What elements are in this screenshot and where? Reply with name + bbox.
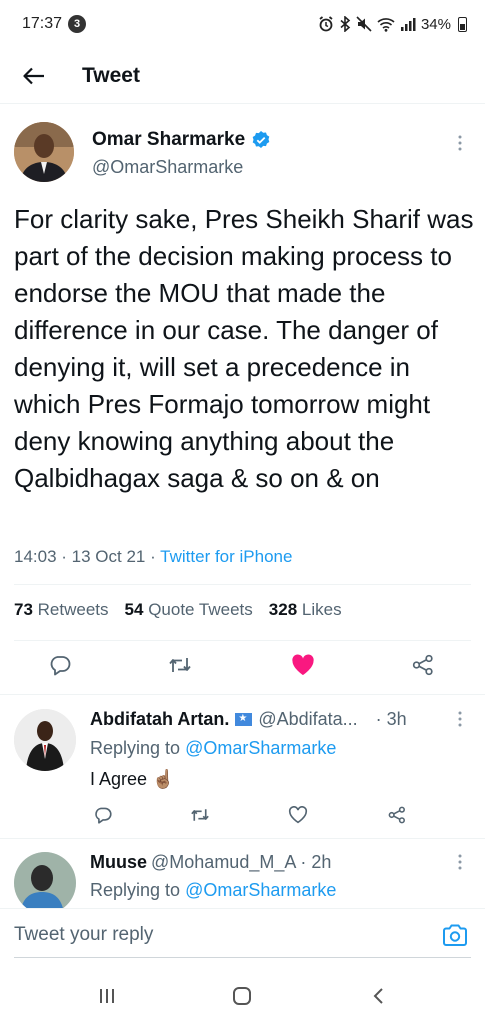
tweet-actions <box>0 645 485 685</box>
reply-avatar[interactable] <box>14 852 76 908</box>
retweets-stat[interactable]: 73 Retweets <box>14 600 109 620</box>
compose-underline <box>14 957 471 958</box>
verified-badge-icon <box>252 131 270 148</box>
replying-to-mention[interactable]: @OmarSharmarke <box>185 738 336 758</box>
author-name[interactable]: Omar Sharmarke <box>92 129 271 151</box>
tweet-source-link[interactable]: Twitter for iPhone <box>160 547 292 566</box>
reply-author-name[interactable]: Abdifatah Artan. <box>90 709 229 730</box>
tweet-more-button[interactable] <box>450 131 470 155</box>
heart-filled-icon <box>292 654 314 675</box>
retweet-icon <box>169 658 191 672</box>
replying-to: Replying to @OmarSharmarke <box>90 738 336 759</box>
home-button[interactable] <box>222 980 262 1012</box>
alarm-icon <box>319 16 333 32</box>
heart-outline-icon <box>288 806 308 824</box>
status-bar: 17:37 3 34% <box>0 0 485 48</box>
retweet-button[interactable] <box>160 645 200 685</box>
tweet-stats: 73 Retweets 54 Quote Tweets 328 Likes <box>14 600 342 620</box>
replying-to-mention[interactable]: @OmarSharmarke <box>185 880 336 900</box>
quotes-label: Quote Tweets <box>148 600 253 619</box>
share-icon <box>388 806 405 824</box>
page-title: Tweet <box>82 63 140 87</box>
mute-icon <box>356 16 372 32</box>
notification-count-badge: 3 <box>68 15 87 33</box>
reply-more-button[interactable] <box>450 850 470 874</box>
reply-like-button[interactable] <box>285 802 311 828</box>
replying-to-prefix: Replying to <box>90 738 186 758</box>
battery-percent: 34% <box>420 15 451 33</box>
system-back-button[interactable] <box>358 980 398 1012</box>
share-icon <box>412 654 433 676</box>
reply-icon <box>50 656 71 676</box>
retweets-count: 73 <box>14 600 33 619</box>
author-name-text: Omar Sharmarke <box>92 129 246 150</box>
tweet-timestamp: 14:03 · 13 Oct 21 · <box>14 547 161 566</box>
status-icons: 34% <box>318 16 467 33</box>
bluetooth-icon <box>340 16 351 32</box>
replying-to: Replying to @OmarSharmarke <box>90 880 336 901</box>
reply-author-handle[interactable]: @Mohamud_M_A <box>151 852 296 873</box>
likes-label: Likes <box>301 600 342 619</box>
wifi-icon <box>377 17 395 32</box>
reply-icon <box>95 807 112 824</box>
home-icon <box>233 987 251 1005</box>
likes-count: 328 <box>268 600 298 619</box>
reply-author-name[interactable]: Muuse <box>90 852 147 873</box>
reply-retweet-button[interactable] <box>187 802 213 828</box>
author-handle[interactable]: @OmarSharmarke <box>92 157 243 178</box>
reply-time: · 3h <box>375 709 407 729</box>
reply-text: I Agree ☝🏽 <box>90 769 175 789</box>
more-vertical-icon <box>458 854 462 870</box>
retweets-label: Retweets <box>37 600 109 619</box>
camera-button[interactable] <box>441 921 469 949</box>
divider <box>14 640 471 641</box>
like-button[interactable] <box>283 645 323 685</box>
reply-avatar[interactable] <box>14 709 76 771</box>
reply-reply-button[interactable] <box>90 802 116 828</box>
back-button[interactable] <box>12 54 56 98</box>
reply-actions <box>90 802 410 828</box>
quote-tweets-stat[interactable]: 54 Quote Tweets <box>125 600 253 620</box>
reply-more-button[interactable] <box>450 707 470 731</box>
reply-time: · 2h <box>300 852 332 872</box>
more-vertical-icon <box>458 135 462 151</box>
replying-to-prefix: Replying to <box>90 880 186 900</box>
tweet-meta: 14:03 · 13 Oct 21 · Twitter for iPhone <box>14 547 292 567</box>
retweet-icon <box>191 809 209 821</box>
reply-button[interactable] <box>40 645 80 685</box>
reply-header: Abdifatah Artan. @Abdifata... · 3h <box>90 709 407 730</box>
reply-avatar-image <box>14 709 76 771</box>
reply-share-button[interactable] <box>384 802 410 828</box>
reply-item[interactable]: Muuse @Mohamud_M_A · 2h Replying to @Oma… <box>0 838 485 908</box>
divider <box>0 694 485 695</box>
system-nav-bar <box>0 968 485 1024</box>
back-arrow-icon <box>23 67 44 84</box>
compose-bar <box>0 908 485 960</box>
reply-header: Muuse @Mohamud_M_A · 2h <box>90 852 331 873</box>
author-avatar-image <box>14 122 74 182</box>
status-time: 17:37 <box>22 15 63 32</box>
app-header: Tweet <box>0 48 485 104</box>
somalia-flag-icon <box>235 712 253 726</box>
signal-icon <box>400 17 416 31</box>
share-button[interactable] <box>403 645 443 685</box>
tweet-text: For clarity sake, Pres Sheikh Sharif was… <box>14 204 474 493</box>
camera-icon <box>443 924 467 946</box>
chevron-left-icon <box>373 988 383 1004</box>
author-avatar[interactable] <box>14 122 74 182</box>
tweet-author-row: Omar Sharmarke @OmarSharmarke <box>0 105 485 195</box>
more-vertical-icon <box>458 711 462 727</box>
reply-avatar-image <box>14 852 76 908</box>
reply-input[interactable] <box>14 921 414 949</box>
battery-icon <box>458 16 467 32</box>
recent-apps-icon <box>100 989 114 1003</box>
recent-apps-button[interactable] <box>87 980 127 1012</box>
quotes-count: 54 <box>124 600 144 619</box>
reply-author-handle[interactable]: @Abdifata... <box>258 709 357 730</box>
likes-stat[interactable]: 328 Likes <box>269 600 342 620</box>
divider <box>14 584 471 585</box>
main-tweet: Omar Sharmarke @OmarSharmarke For clarit… <box>0 105 485 695</box>
